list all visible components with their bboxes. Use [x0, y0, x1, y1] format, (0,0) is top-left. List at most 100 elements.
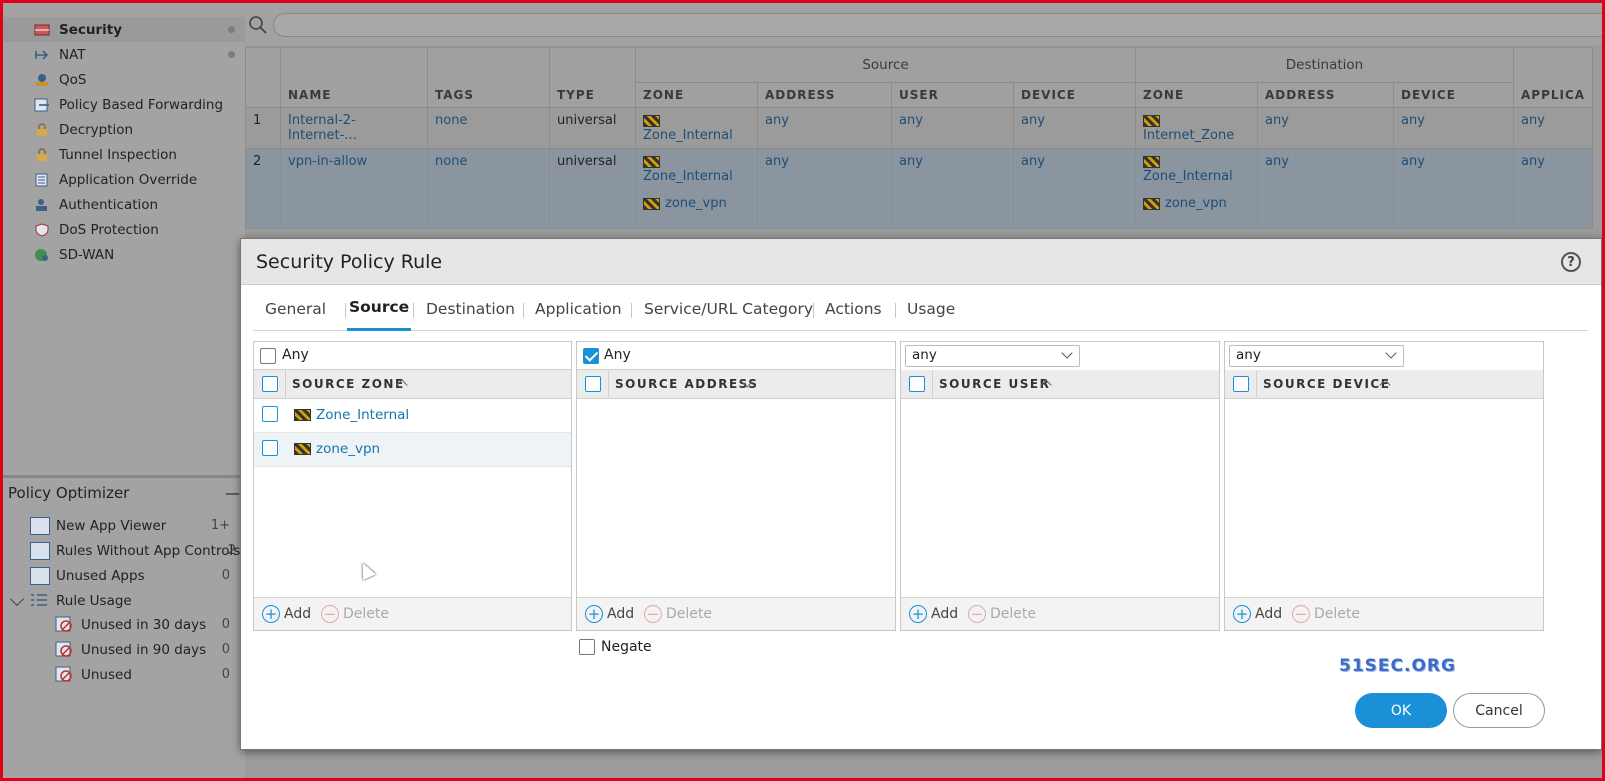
column-header[interactable]: ADDRESS	[757, 82, 892, 108]
column-header[interactable]: DEVICE	[1393, 82, 1514, 108]
negate-checkbox[interactable]	[579, 639, 595, 655]
source-zone-panel: Any SOURCE ZONE Zone_Internal zone_vpn +…	[253, 341, 572, 631]
sidebar-item-sd-wan[interactable]: SD-WAN	[3, 242, 245, 267]
sidebar-item-tunnel-inspection[interactable]: Tunnel Inspection	[3, 142, 245, 167]
sidebar-item-dos-protection[interactable]: DoS Protection	[3, 217, 245, 242]
minus-icon: −	[644, 605, 662, 623]
sidebar-item-authentication[interactable]: Authentication	[3, 192, 245, 217]
sidebar-item-security[interactable]: Security	[3, 17, 245, 42]
optimizer-item-unused-apps[interactable]: Unused Apps 0	[30, 563, 242, 588]
sidebar-item-decryption[interactable]: Decryption	[3, 117, 245, 142]
add-button[interactable]: + Add	[909, 605, 958, 623]
column-header[interactable]: ZONE	[1135, 82, 1258, 108]
zone-icon	[294, 443, 311, 455]
tab-divider	[895, 303, 896, 318]
delete-button[interactable]: − Delete	[968, 605, 1036, 623]
delete-button[interactable]: − Delete	[644, 605, 712, 623]
optimizer-item-rule-usage[interactable]: Rule Usage	[9, 588, 242, 613]
tab-divider	[413, 303, 414, 318]
source-zone-column-header[interactable]: SOURCE ZONE	[254, 370, 571, 399]
panel-footer: + Add − Delete	[1225, 597, 1543, 630]
sdwan-globe-icon	[33, 247, 51, 263]
authentication-icon	[33, 197, 51, 213]
tab-actions[interactable]: Actions	[825, 286, 882, 331]
chevron-down-icon[interactable]	[9, 591, 25, 606]
source-zone-any-checkbox[interactable]	[260, 348, 276, 364]
tab-application[interactable]: Application	[535, 286, 622, 331]
tab-source[interactable]: Source	[347, 286, 412, 331]
column-header[interactable]: APPLICA	[1512, 47, 1594, 108]
add-button[interactable]: + Add	[262, 605, 311, 623]
negate-option[interactable]: Negate	[579, 639, 652, 655]
source-address-any-checkbox[interactable]	[583, 348, 599, 364]
dialog-header: Security Policy Rule ?	[241, 239, 1601, 285]
tab-divider	[345, 303, 346, 318]
add-button[interactable]: + Add	[585, 605, 634, 623]
search-icon[interactable]	[249, 16, 267, 38]
ok-button[interactable]: OK	[1355, 693, 1447, 728]
tab-service-url-category[interactable]: Service/URL Category	[644, 286, 813, 331]
zone-icon	[1143, 155, 1160, 168]
list-item[interactable]: Zone_Internal	[254, 399, 571, 433]
sidebar-item-pbf[interactable]: Policy Based Forwarding	[3, 92, 245, 117]
sidebar-item-nat[interactable]: NAT	[3, 42, 245, 67]
filter-bar	[245, 3, 1605, 45]
source-device-select[interactable]: any	[1229, 345, 1404, 367]
zone-icon	[643, 114, 660, 127]
tab-general[interactable]: General	[265, 286, 326, 331]
plus-icon: +	[1233, 605, 1251, 623]
chevron-down-icon	[1385, 347, 1397, 359]
source-user-column-header[interactable]: SOURCE USER	[901, 370, 1219, 399]
sidebar-item-app-override[interactable]: Application Override	[3, 167, 245, 192]
column-header[interactable]: ZONE	[635, 82, 758, 108]
collapse-icon[interactable]: —	[225, 484, 240, 502]
column-header[interactable]: ADDRESS	[1257, 82, 1394, 108]
delete-button[interactable]: − Delete	[1292, 605, 1360, 623]
column-header[interactable]: NAME	[280, 47, 428, 108]
help-icon[interactable]: ?	[1561, 252, 1581, 272]
select-all-checkbox[interactable]	[262, 376, 278, 392]
source-device-column-header[interactable]: SOURCE DEVICE	[1225, 370, 1543, 399]
watermark: 51SEC.ORG	[1339, 656, 1456, 676]
select-all-checkbox[interactable]	[1233, 376, 1249, 392]
add-button[interactable]: + Add	[1233, 605, 1282, 623]
column-header[interactable]: USER	[891, 82, 1014, 108]
tab-destination[interactable]: Destination	[426, 286, 515, 331]
column-header[interactable]: TAGS	[427, 47, 550, 108]
unused-rule-icon	[55, 666, 75, 684]
minus-icon: −	[1292, 605, 1310, 623]
nat-icon	[33, 47, 51, 63]
delete-button[interactable]: − Delete	[321, 605, 389, 623]
tab-divider	[813, 303, 814, 318]
row-checkbox[interactable]	[262, 406, 278, 422]
pane-splitter[interactable]	[3, 475, 245, 478]
source-address-column-header[interactable]: SOURCE ADDRESS	[577, 370, 895, 399]
column-header[interactable]: DEVICE	[1013, 82, 1136, 108]
select-all-checkbox[interactable]	[585, 376, 601, 392]
table-row[interactable]: 2 vpn-in-allow none universal Zone_Inter…	[245, 148, 1594, 229]
pbf-icon	[33, 97, 51, 113]
row-checkbox[interactable]	[262, 440, 278, 456]
optimizer-item-rules-without-app-controls[interactable]: Rules Without App Controls 2	[30, 538, 242, 563]
zone-icon	[643, 155, 660, 168]
optimizer-item-new-app-viewer[interactable]: New App Viewer 1+	[30, 513, 242, 538]
status-dot	[228, 51, 235, 58]
zone-icon	[1143, 197, 1160, 210]
optimizer-item-unused-90[interactable]: Unused in 90 days 0	[55, 637, 242, 662]
source-user-select[interactable]: any	[905, 345, 1080, 367]
rules-icon	[30, 541, 50, 560]
filter-input[interactable]	[273, 13, 1605, 37]
minus-icon: −	[321, 605, 339, 623]
lock-icon	[33, 122, 51, 138]
column-header[interactable]: TYPE	[549, 47, 636, 108]
cancel-button[interactable]: Cancel	[1453, 693, 1545, 728]
tab-bar: General Source Destination Application S…	[253, 286, 1588, 331]
list-item[interactable]: zone_vpn	[254, 433, 571, 467]
optimizer-item-unused-30[interactable]: Unused in 30 days 0	[55, 612, 242, 637]
tab-usage[interactable]: Usage	[907, 286, 955, 331]
table-row[interactable]: 1 Internal-2-Internet-... none universal…	[245, 107, 1594, 149]
optimizer-item-unused[interactable]: Unused 0	[55, 662, 242, 687]
sidebar-item-qos[interactable]: QoS	[3, 67, 245, 92]
tab-divider	[523, 303, 524, 318]
select-all-checkbox[interactable]	[909, 376, 925, 392]
